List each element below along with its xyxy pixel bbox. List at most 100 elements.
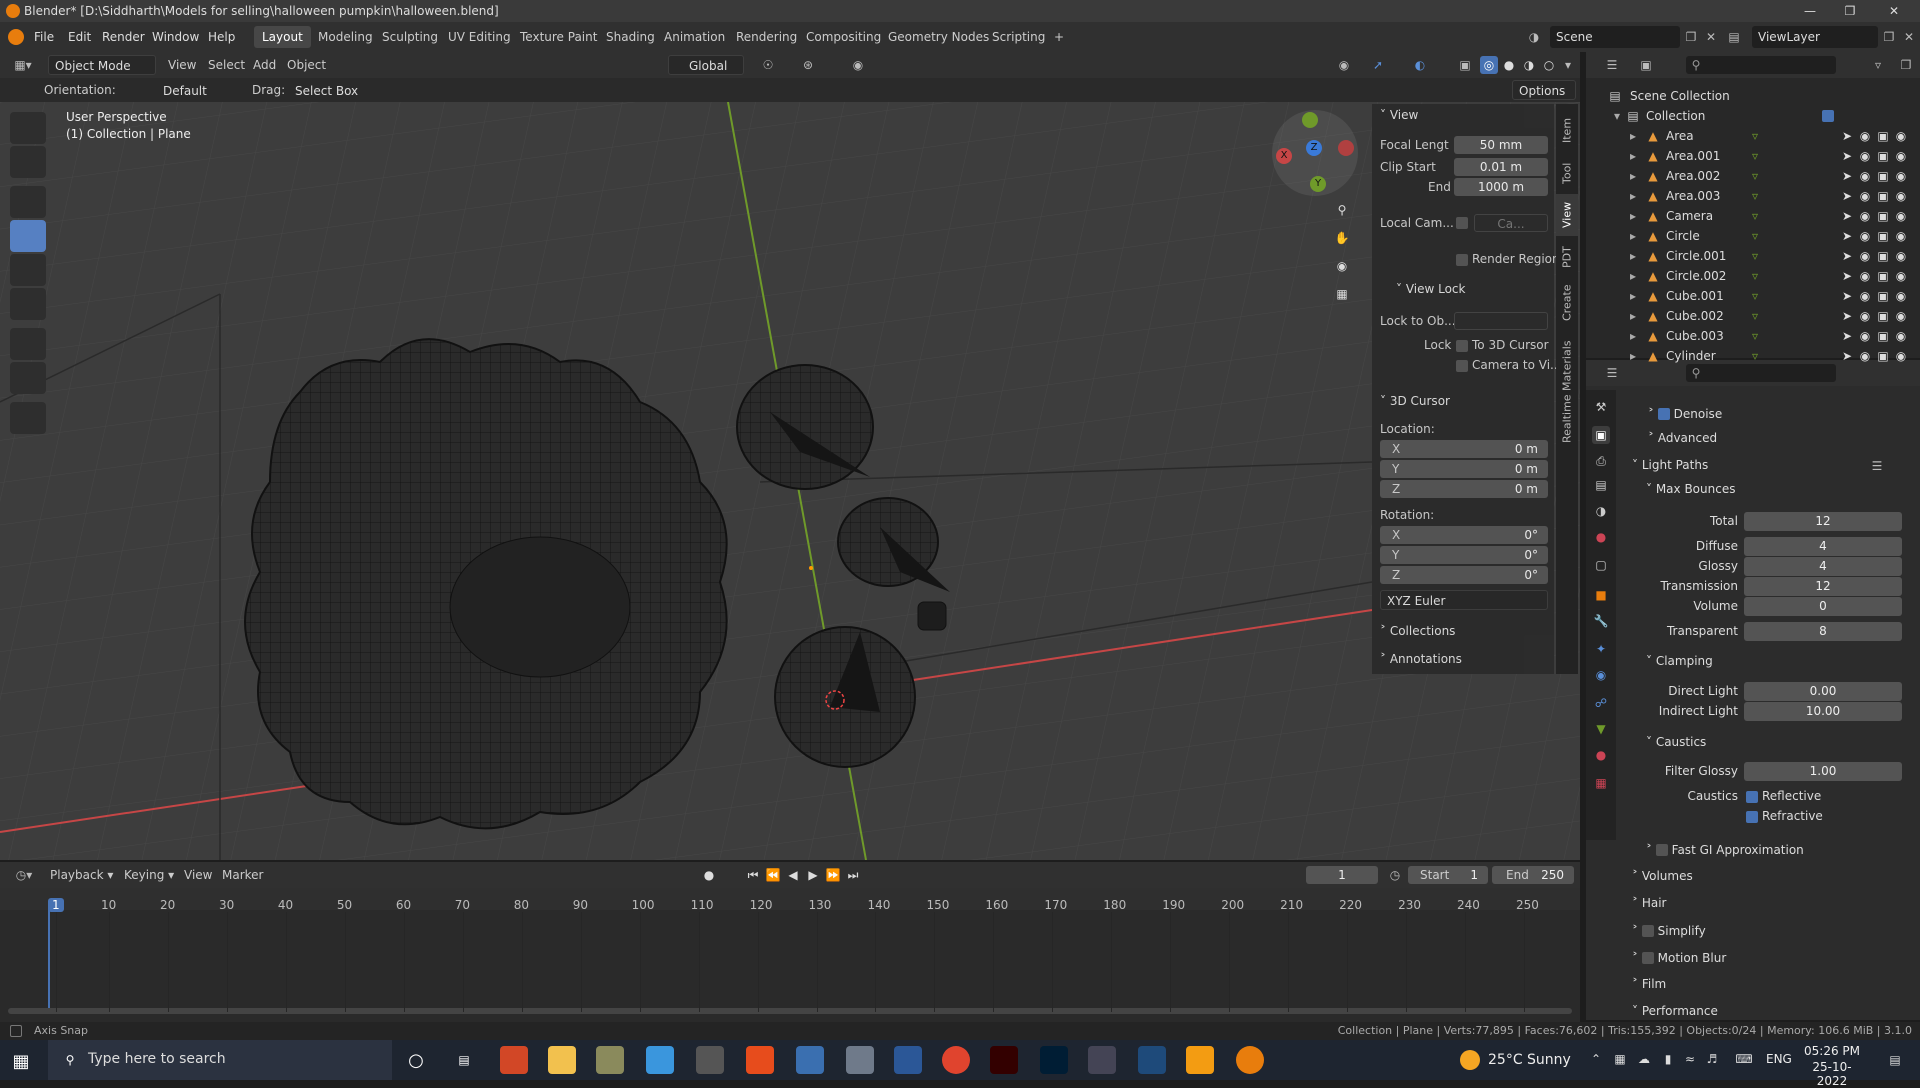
proportional-edit-icon[interactable]: ◉ [848,56,868,74]
keying-menu[interactable]: Keying ▾ [124,868,174,882]
small-cube-mesh[interactable] [917,601,947,631]
selectable-icon[interactable]: ➤ [1840,188,1854,204]
viewport-disable-icon[interactable]: ▣ [1876,168,1890,184]
selectable-icon[interactable]: ➤ [1840,148,1854,164]
expand-arrow-icon[interactable]: ▸ [1630,186,1636,206]
world-props-icon[interactable]: ● [1592,528,1610,546]
tray-chevron-icon[interactable]: ⌃ [1588,1050,1604,1068]
selectable-icon[interactable]: ➤ [1840,268,1854,284]
new-view-layer-icon[interactable]: ❐ [1880,28,1898,46]
max-bounces-panel[interactable]: ˅ Max Bounces [1646,482,1735,496]
properties-editor-icon[interactable]: ☰ [1598,364,1626,382]
expand-arrow-icon[interactable]: ▸ [1630,166,1636,186]
visibility-eye-icon[interactable]: ◉ [1858,348,1872,364]
outliner-item[interactable]: ▸ ▲ Area.001 ▿ ➤ ◉ ▣ ◉ [1586,146,1920,166]
file-explorer-icon[interactable] [548,1046,576,1074]
delete-scene-icon[interactable]: ✕ [1702,28,1720,46]
display-mode-icon[interactable]: ▣ [1632,56,1660,74]
pumpkin-large-mesh[interactable] [244,338,728,830]
pumpkin-small-3-mesh[interactable] [774,626,916,768]
outliner-item[interactable]: ▸ ▲ Circle ▿ ➤ ◉ ▣ ◉ [1586,226,1920,246]
gizmo-toggle-icon[interactable]: ➚ [1364,56,1392,74]
language-indicator[interactable]: ENG [1766,1052,1792,1066]
tab-rendering[interactable]: Rendering [728,26,805,48]
scale-tool-icon[interactable] [10,254,46,286]
local-camera-checkbox[interactable] [1456,217,1468,229]
modifier-props-icon[interactable]: 🔧 [1592,612,1610,630]
menu-help[interactable]: Help [208,22,235,52]
app-icon-5[interactable] [1088,1046,1116,1074]
viewport-disable-icon[interactable]: ▣ [1876,188,1890,204]
viewport-disable-icon[interactable]: ▣ [1876,228,1890,244]
advanced-panel[interactable]: ˃ Advanced [1648,431,1717,445]
transmission-bounces-field[interactable]: 12 [1744,577,1902,596]
word-icon[interactable] [894,1046,922,1074]
render-disable-icon[interactable]: ◉ [1894,248,1908,264]
3d-cursor-section-title[interactable]: ˅ 3D Cursor [1380,394,1450,408]
outliner-item[interactable]: ▸ ▲ Cube.003 ▿ ➤ ◉ ▣ ◉ [1586,326,1920,346]
viewport-disable-icon[interactable]: ▣ [1876,148,1890,164]
reflective-checkbox[interactable] [1746,791,1758,803]
visibility-eye-icon[interactable]: ◉ [1858,268,1872,284]
navigation-gizmo[interactable]: X Z Y [1272,110,1358,196]
editor-type-icon[interactable]: ▦▾ [8,56,38,74]
viewport-disable-icon[interactable]: ▣ [1876,208,1890,224]
expand-arrow-icon[interactable]: ▸ [1630,246,1636,266]
selectable-icon[interactable]: ➤ [1840,208,1854,224]
cursor-location-y[interactable]: 0 m [1380,460,1548,478]
filter-icon[interactable]: ▿ [1866,56,1890,74]
jump-keyframe-forward-icon[interactable]: ⏩ [824,866,842,884]
pivot-icon[interactable]: ☉ [754,56,782,74]
xray-icon[interactable]: ▣ [1456,56,1474,74]
solid-shading-icon[interactable]: ● [1500,56,1518,74]
tab-shading[interactable]: Shading [598,26,663,48]
wireframe-shading-icon[interactable]: ◎ [1480,56,1498,74]
playhead-line[interactable] [48,908,50,1012]
focal-length-field[interactable]: 50 mm [1454,136,1548,154]
cursor-tool-icon[interactable] [10,146,46,178]
object-props-icon[interactable]: ■ [1592,586,1610,604]
menu-object[interactable]: Object [287,58,326,72]
record-icon[interactable]: ● [700,866,718,884]
app-icon-1[interactable] [596,1046,624,1074]
current-frame-field[interactable]: 1 [1306,866,1378,884]
local-camera-field[interactable]: Ca... [1474,214,1548,232]
annotations-section-title[interactable]: ˃ Annotations [1380,652,1462,666]
tab-sculpting[interactable]: Sculpting [374,26,446,48]
clip-end-field[interactable]: 1000 m [1454,178,1548,196]
properties-search-input[interactable] [1686,364,1836,382]
transform-orientation[interactable]: Global [668,55,744,75]
visibility-eye-icon[interactable]: ◉ [1858,308,1872,324]
menu-add[interactable]: Add [253,58,276,72]
photoshop-icon[interactable] [1040,1046,1068,1074]
task-view-icon[interactable]: ▤ [452,1048,476,1072]
view-lock-section-title[interactable]: ˅ View Lock [1396,282,1465,296]
battery-icon[interactable]: ▮ [1660,1050,1676,1068]
expand-arrow-icon[interactable]: ▸ [1630,146,1636,166]
viewport-disable-icon[interactable]: ▣ [1876,328,1890,344]
lock-to-cursor-checkbox[interactable] [1456,340,1468,352]
cursor-location-z[interactable]: 0 m [1380,480,1548,498]
app-icon-4[interactable] [846,1046,874,1074]
marker-menu[interactable]: Marker [222,868,263,882]
gizmo-x-icon[interactable]: X [1276,148,1292,164]
blender-menu-icon[interactable] [8,29,24,45]
outliner-item[interactable]: ▸ ▲ Circle.001 ▿ ➤ ◉ ▣ ◉ [1586,246,1920,266]
perspective-grid-icon[interactable]: ▦ [1330,282,1354,306]
tool-props-icon[interactable]: ⚒ [1592,398,1610,416]
new-collection-icon[interactable]: ❐ [1896,56,1916,74]
camera-view-icon[interactable]: ◉ [1330,254,1354,278]
scene-icon[interactable]: ◑ [1524,28,1544,46]
texture-props-icon[interactable]: ▦ [1592,774,1610,792]
move-tool-icon[interactable] [10,186,46,218]
render-disable-icon[interactable]: ◉ [1894,308,1908,324]
playback-menu[interactable]: Playback ▾ [50,868,113,882]
tab-uv-editing[interactable]: UV Editing [440,26,519,48]
denoise-panel[interactable]: ˃ Denoise [1648,406,1722,421]
mode-selector[interactable]: Object Mode [48,55,156,75]
shading-options-icon[interactable]: ▾ [1560,56,1576,74]
outliner-item[interactable]: ▸ ▲ Cube.002 ▿ ➤ ◉ ▣ ◉ [1586,306,1920,326]
transform-tool-icon[interactable] [10,288,46,320]
cursor-rotation-y[interactable]: 0° [1380,546,1548,564]
visibility-eye-icon[interactable]: ◉ [1858,228,1872,244]
